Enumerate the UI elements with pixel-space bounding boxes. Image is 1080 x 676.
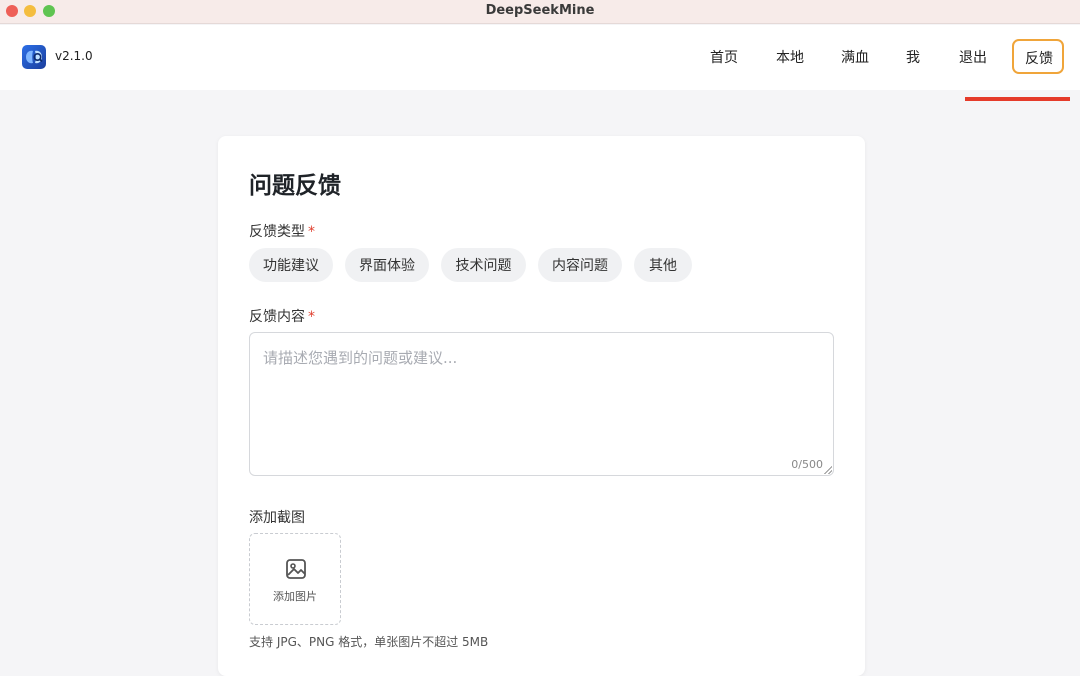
textarea-placeholder: 请描述您遇到的问题或建议... (263, 349, 458, 367)
nav-feedback-label: 反馈 (1025, 51, 1053, 67)
nav-local[interactable]: 本地 (776, 47, 804, 67)
app-logo (22, 45, 46, 69)
nav-full-power[interactable]: 满血 (841, 47, 869, 67)
nav-active-underline (965, 97, 1070, 101)
type-chip-content-issue[interactable]: 内容问题 (538, 248, 622, 282)
character-counter: 0/500 (791, 458, 823, 471)
screenshot-label: 添加截图 (249, 510, 305, 526)
required-mark: * (308, 224, 315, 240)
type-chip-technical-issue[interactable]: 技术问题 (441, 248, 526, 282)
app-version: v2.1.0 (55, 49, 93, 63)
nav-home[interactable]: 首页 (710, 47, 738, 67)
top-navbar: v2.1.0 首页 本地 满血 我 退出 反馈 (0, 25, 1080, 101)
nav-logout[interactable]: 退出 (959, 47, 987, 67)
window-titlebar: DeepSeekMine (0, 0, 1080, 24)
feedback-content-label-text: 反馈内容 (249, 309, 305, 325)
upload-hint: 支持 JPG、PNG 格式，单张图片不超过 5MB (249, 635, 489, 649)
type-chip-ui-experience[interactable]: 界面体验 (345, 248, 429, 282)
image-icon (286, 559, 306, 579)
feedback-content-label: 反馈内容 * (249, 306, 315, 326)
page-title: 问题反馈 (249, 173, 341, 199)
feedback-type-label: 反馈类型 * (249, 221, 315, 241)
resize-handle-icon[interactable] (824, 466, 832, 474)
type-chip-other[interactable]: 其他 (634, 248, 692, 282)
required-mark: * (308, 309, 315, 325)
nav-feedback[interactable]: 反馈 (1012, 39, 1064, 74)
nav-me[interactable]: 我 (906, 47, 920, 67)
window-title: DeepSeekMine (485, 3, 595, 18)
feedback-card: 问题反馈 反馈类型 * 功能建议 界面体验 技术问题 内容问题 其他 反馈内容 * … (218, 136, 865, 676)
add-image-button[interactable]: 添加图片 (249, 533, 341, 625)
type-chip-feature-suggestion[interactable]: 功能建议 (249, 248, 333, 282)
add-image-label: 添加图片 (273, 590, 317, 603)
feedback-content-textarea[interactable]: 请描述您遇到的问题或建议... 0/500 (249, 332, 834, 476)
feedback-type-label-text: 反馈类型 (249, 224, 305, 240)
